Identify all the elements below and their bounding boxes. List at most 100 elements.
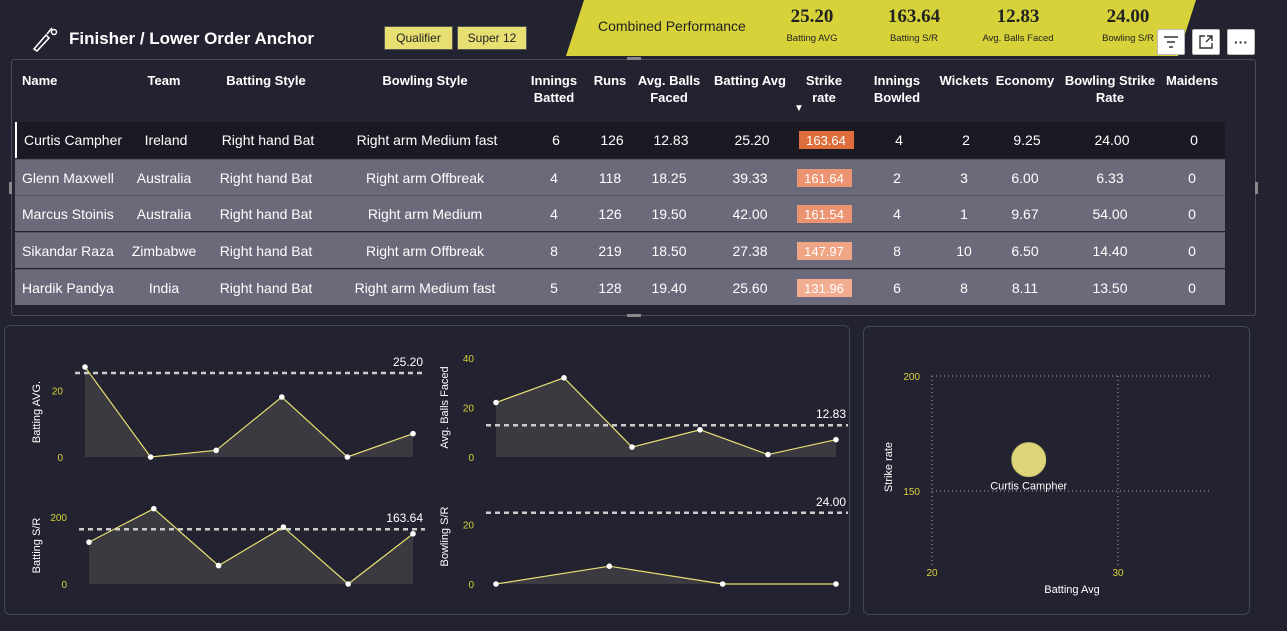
col-runs[interactable]: Runs xyxy=(589,72,631,89)
cell-batting-style: Right hand Bat xyxy=(219,243,313,259)
kpi-avg-balls-faced: 12.83 Avg. Balls Faced xyxy=(963,6,1073,44)
table-row[interactable]: Curtis Campher Ireland Right hand Bat Right… xyxy=(15,122,1225,158)
y-tick-label: 150 xyxy=(903,487,920,498)
cell-batting-avg: 39.33 xyxy=(732,170,768,186)
strike-rate-value: 131.96 xyxy=(796,279,852,297)
data-point xyxy=(86,539,92,545)
data-point xyxy=(280,524,287,530)
cell-avg-balls-faced: 19.40 xyxy=(651,280,687,296)
y-tick-label: 0 xyxy=(468,453,474,464)
col-batting-style[interactable]: Batting Style xyxy=(211,72,321,89)
y-axis-label: Avg. Balls Faced xyxy=(439,366,451,448)
cell-bowling-strike-rate: 14.40 xyxy=(1092,243,1128,259)
kpi-label: Avg. Balls Faced xyxy=(982,33,1054,44)
cell-bowling-style: Right arm Offbreak xyxy=(365,243,484,259)
more-options-button[interactable]: ··· xyxy=(1227,29,1255,55)
x-axis-label: Batting Avg xyxy=(1044,584,1099,596)
cell-batting-style: Right hand Bat xyxy=(219,280,313,296)
combined-performance-label: Combined Performance xyxy=(598,18,746,34)
data-point xyxy=(82,364,88,370)
kpi-value: 12.83 xyxy=(996,6,1040,27)
reference-label: 24.00 xyxy=(816,495,846,509)
y-tick-label: 20 xyxy=(52,386,64,397)
strike-rate-value: 163.64 xyxy=(798,131,854,149)
data-point xyxy=(493,581,499,587)
cell-innings-batted: 6 xyxy=(552,132,560,148)
filter-icon xyxy=(1164,36,1178,48)
cell-economy: 9.67 xyxy=(1011,206,1039,222)
cell-runs: 118 xyxy=(598,170,622,186)
filter-button[interactable] xyxy=(1157,29,1185,55)
cell-runs: 126 xyxy=(598,206,622,222)
kpi-value: 25.20 xyxy=(790,6,834,27)
resize-handle-top[interactable] xyxy=(627,57,641,60)
kpi-label: Batting AVG xyxy=(786,33,838,44)
y-axis-label: Batting S/R xyxy=(31,518,43,574)
col-avg-balls-faced[interactable]: Avg. Balls Faced xyxy=(635,72,703,106)
page-title: Finisher / Lower Order Anchor xyxy=(69,29,314,48)
col-economy[interactable]: Economy xyxy=(995,72,1055,89)
data-point xyxy=(344,454,351,460)
col-bowling-style[interactable]: Bowling Style xyxy=(350,72,500,89)
cell-innings-bowled: 4 xyxy=(895,132,903,148)
data-point xyxy=(765,451,771,458)
cell-batting-style: Right hand Bat xyxy=(221,132,315,148)
data-point xyxy=(410,430,416,437)
data-point xyxy=(561,375,567,381)
cell-runs: 128 xyxy=(598,280,622,296)
cell-innings-bowled: 2 xyxy=(893,170,901,186)
reference-label: 163.64 xyxy=(386,511,423,525)
sort-desc-icon: ▼ xyxy=(794,103,804,114)
resize-handle-bottom[interactable] xyxy=(627,314,641,317)
trend-charts-panel: 25.20 0 20 Batting AVG. 12.83 0 20 40 Avg. Balls… xyxy=(4,325,850,615)
cell-innings-bowled: 8 xyxy=(893,243,901,259)
col-innings-batted[interactable]: Innings Batted xyxy=(527,72,581,106)
data-point xyxy=(629,444,635,450)
kpi-batting-avg: 25.20 Batting AVG xyxy=(757,6,867,44)
cell-runs: 219 xyxy=(598,243,622,259)
y-axis-label: Batting AVG. xyxy=(31,381,43,443)
x-tick-label: 20 xyxy=(926,568,938,579)
cell-bowling-strike-rate: 13.50 xyxy=(1092,280,1128,296)
table-row[interactable]: Hardik Pandya India Right hand Bat Right ar… xyxy=(15,269,1225,305)
y-tick-label: 0 xyxy=(57,453,63,464)
col-bowling-strike-rate[interactable]: Bowling Strike Rate xyxy=(1063,72,1157,106)
x-tick-label: 30 xyxy=(1112,568,1124,579)
cell-bowling-strike-rate: 54.00 xyxy=(1092,206,1128,222)
resize-handle-right[interactable] xyxy=(1255,182,1258,194)
y-tick-label: 20 xyxy=(463,521,475,532)
data-point xyxy=(279,394,285,400)
col-batting-avg[interactable]: Batting Avg xyxy=(708,72,792,89)
table-row[interactable]: Marcus Stoinis Australia Right hand Bat Rig… xyxy=(15,195,1225,231)
strike-rate-value: 147.97 xyxy=(796,242,852,260)
table-row[interactable]: Glenn Maxwell Australia Right hand Bat Righ… xyxy=(15,159,1225,195)
cell-innings-batted: 5 xyxy=(550,280,558,296)
y-tick-label: 200 xyxy=(50,513,67,524)
super12-filter-button[interactable]: Super 12 xyxy=(457,26,527,50)
data-point xyxy=(606,563,613,569)
data-point xyxy=(151,505,157,512)
kpi-value: 163.64 xyxy=(887,6,941,27)
qualifier-filter-button[interactable]: Qualifier xyxy=(384,26,453,50)
cell-name: Hardik Pandya xyxy=(22,280,114,296)
cell-economy: 6.00 xyxy=(1011,170,1039,186)
reference-label: 25.20 xyxy=(393,355,423,369)
col-innings-bowled[interactable]: Innings Bowled xyxy=(866,72,928,106)
col-wickets[interactable]: Wickets xyxy=(936,72,992,89)
col-team[interactable]: Team xyxy=(135,72,193,89)
series-area xyxy=(85,367,413,457)
cell-innings-bowled: 6 xyxy=(893,280,901,296)
col-name[interactable]: Name xyxy=(22,72,57,89)
cell-team: Australia xyxy=(136,170,192,186)
col-maidens[interactable]: Maidens xyxy=(1163,72,1221,89)
cell-batting-avg: 25.60 xyxy=(732,280,768,296)
y-tick-label: 20 xyxy=(463,404,475,415)
focus-mode-button[interactable] xyxy=(1192,29,1220,55)
table-header: Name Team Batting Style Bowling Style In… xyxy=(15,64,1225,120)
table-row[interactable]: Sikandar Raza Zimbabwe Right hand Bat Right… xyxy=(15,232,1225,268)
cell-innings-batted: 8 xyxy=(550,243,558,259)
scatter-point xyxy=(1011,442,1047,478)
resize-handle-left[interactable] xyxy=(9,182,12,194)
cell-name: Glenn Maxwell xyxy=(22,170,114,186)
cell-wickets: 3 xyxy=(960,170,968,186)
